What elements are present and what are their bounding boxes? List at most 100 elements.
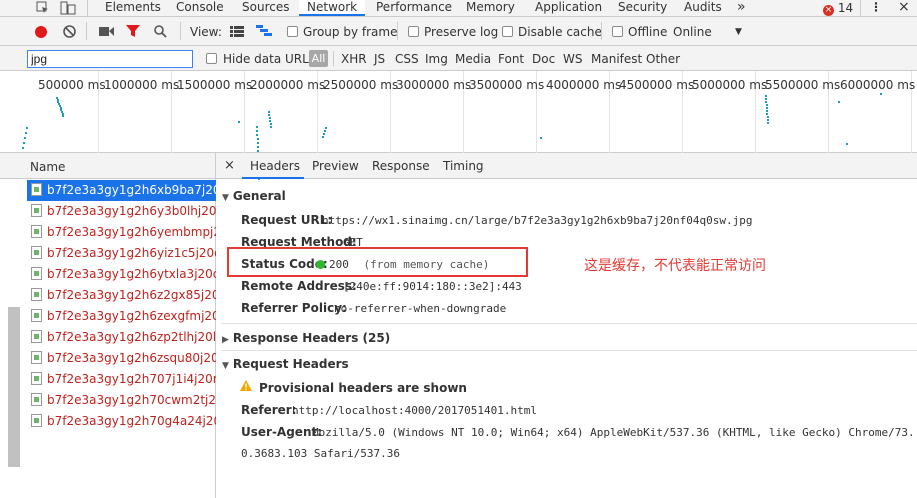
group-by-frame-checkbox[interactable] <box>287 26 298 37</box>
overview-request-dot <box>257 150 260 152</box>
filter-input[interactable] <box>27 50 193 68</box>
overview-request-dot <box>26 127 28 129</box>
overview-request-dot <box>268 114 271 116</box>
tab-memory[interactable]: Memory <box>466 0 515 16</box>
request-row[interactable]: b7f2e3a3gy1g2h6zp2tlhj20l9... <box>27 327 216 348</box>
overview-tick-label: 4000000 ms <box>546 78 622 92</box>
overview-tick-label: 2500000 ms <box>323 78 399 92</box>
name-column-header[interactable]: Name <box>30 160 65 174</box>
overview-request-dot <box>25 132 28 134</box>
request-name: b7f2e3a3gy1g2h6zexgfmj20... <box>47 309 216 323</box>
section-divider <box>221 350 917 351</box>
filter-css[interactable]: CSS <box>395 52 419 66</box>
filter-media[interactable]: Media <box>455 52 491 66</box>
throttling-select[interactable]: Online <box>673 25 712 39</box>
request-row[interactable]: b7f2e3a3gy1g2h6xb9ba7j20... <box>27 180 216 201</box>
request-name: b7f2e3a3gy1g2h70g4a24j20... <box>47 414 216 428</box>
overview-request-dot <box>268 111 270 113</box>
overview-request-dot <box>269 123 272 125</box>
overview-request-dot <box>256 126 258 128</box>
request-row[interactable]: b7f2e3a3gy1g2h6z2gx85j20f... <box>27 285 216 306</box>
request-name: b7f2e3a3gy1g2h6xb9ba7j20... <box>47 183 216 197</box>
filter-img[interactable]: Img <box>425 52 448 66</box>
tab-network[interactable]: Network <box>299 0 366 16</box>
filter-other[interactable]: Other <box>646 52 680 66</box>
request-row[interactable]: b7f2e3a3gy1g2h70g4a24j20... <box>27 411 216 432</box>
close-detail-button[interactable]: × <box>224 158 235 173</box>
request-row[interactable]: b7f2e3a3gy1g2h6yembmpj2... <box>27 222 216 243</box>
devtools-close-button[interactable]: × <box>898 0 910 16</box>
disable-cache-checkbox[interactable] <box>502 26 513 37</box>
offline-checkbox[interactable] <box>612 26 623 37</box>
tab-headers[interactable]: Headers <box>250 159 300 173</box>
overview-request-dot <box>766 113 769 115</box>
record-button[interactable] <box>35 26 47 38</box>
overview-request-dot <box>256 142 259 144</box>
tab-timing[interactable]: Timing <box>443 159 484 173</box>
overview-request-dot <box>23 142 26 144</box>
large-rows-icon[interactable] <box>230 26 244 37</box>
preserve-log-checkbox[interactable] <box>408 26 419 37</box>
filter-manifest[interactable]: Manifest <box>591 52 642 66</box>
request-row[interactable]: b7f2e3a3gy1g2h6ytxla3j20dj... <box>27 264 216 285</box>
provisional-warning: Provisional headers are shown <box>259 381 467 395</box>
error-icon: × <box>823 5 834 16</box>
screenshot-icon[interactable] <box>99 26 114 37</box>
warning-icon <box>240 380 252 391</box>
request-row[interactable]: b7f2e3a3gy1g2h707j1i4j20rg... <box>27 369 216 390</box>
clear-icon[interactable] <box>63 25 76 38</box>
general-section-toggle[interactable]: ▼ General <box>222 189 286 203</box>
image-file-icon <box>31 204 42 217</box>
filter-icon[interactable] <box>126 25 140 38</box>
tab-security[interactable]: Security <box>618 0 667 16</box>
request-row[interactable]: b7f2e3a3gy1g2h70cwm2tj20... <box>27 390 216 411</box>
more-tabs-button[interactable]: » <box>737 0 746 16</box>
tab-elements[interactable]: Elements <box>105 0 161 16</box>
overview-request-dot <box>767 122 770 124</box>
filter-all-button[interactable]: All <box>309 50 328 67</box>
scrollbar-thumb[interactable] <box>8 307 20 467</box>
filter-doc[interactable]: Doc <box>532 52 555 66</box>
tab-console[interactable]: Console <box>176 0 224 16</box>
waterfall-icon[interactable] <box>256 25 272 37</box>
tab-application[interactable]: Application <box>535 0 602 16</box>
tab-response[interactable]: Response <box>372 159 430 173</box>
filter-font[interactable]: Font <box>498 52 524 66</box>
overview-tick-label: 500000 ms <box>38 78 106 92</box>
filter-js[interactable]: JS <box>374 52 385 66</box>
device-toolbar-icon[interactable] <box>60 1 76 15</box>
tab-audits[interactable]: Audits <box>684 0 722 16</box>
filter-ws[interactable]: WS <box>563 52 582 66</box>
image-file-icon <box>31 414 42 427</box>
request-row[interactable]: b7f2e3a3gy1g2h6zsqu80j20... <box>27 348 216 369</box>
overview-tick-label: 6000000 ms <box>840 78 916 92</box>
section-divider <box>221 323 917 324</box>
tab-sources[interactable]: Sources <box>242 0 289 16</box>
request-row[interactable]: b7f2e3a3gy1g2h6yiz1c5j20d... <box>27 243 216 264</box>
chevron-down-icon[interactable]: ▼ <box>735 27 742 37</box>
request-headers-toggle[interactable]: ▼ Request Headers <box>222 357 349 371</box>
response-headers-toggle[interactable]: ▶ Response Headers (25) <box>222 331 390 345</box>
hide-data-urls-checkbox[interactable] <box>206 53 217 64</box>
overview-request-dot <box>880 93 882 95</box>
user-agent-value: Mozilla/5.0 (Windows NT 10.0; Win64; x64… <box>312 426 915 439</box>
overview-request-dot <box>256 130 259 132</box>
request-name: b7f2e3a3gy1g2h6z2gx85j20f... <box>47 288 216 302</box>
overview-request-dot <box>270 126 272 128</box>
tab-performance[interactable]: Performance <box>376 0 452 16</box>
overview-request-dot <box>238 121 240 123</box>
request-row[interactable]: b7f2e3a3gy1g2h6zexgfmj20... <box>27 306 216 327</box>
request-row[interactable]: b7f2e3a3gy1g2h6y3b0lhj20d... <box>27 201 216 222</box>
overview-tick-label: 3000000 ms <box>396 78 472 92</box>
overview-tick-label: 4500000 ms <box>619 78 695 92</box>
devtools-menu-button[interactable]: ⋮ <box>870 0 882 16</box>
filter-xhr[interactable]: XHR <box>341 52 367 66</box>
request-url-value: https://wx1.sinaimg.cn/large/b7f2e3a3gy1… <box>322 214 753 227</box>
tab-preview[interactable]: Preview <box>312 159 359 173</box>
search-icon[interactable] <box>154 25 167 38</box>
overview-tick-label: 5500000 ms <box>765 78 841 92</box>
overview-timeline[interactable]: 500000 ms 1000000 ms 1500000 ms 2000000 … <box>0 71 917 180</box>
inspect-element-icon[interactable] <box>36 1 49 14</box>
image-file-icon <box>31 183 42 196</box>
error-badge[interactable]: × 14 <box>823 1 853 16</box>
